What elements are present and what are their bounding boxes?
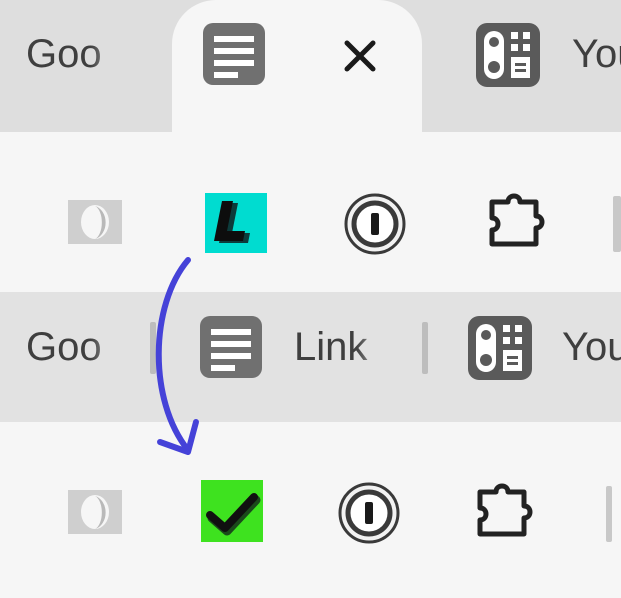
checkmark-button[interactable]	[201, 480, 263, 542]
checkmark-icon	[206, 493, 261, 536]
remote-grid-icon	[468, 316, 532, 380]
close-icon	[344, 40, 376, 72]
tab-label-link[interactable]: Link	[294, 327, 390, 367]
extensions-puzzle-icon[interactable]	[474, 478, 540, 544]
linkclump-L-icon[interactable]	[205, 193, 267, 253]
tab-label-you[interactable]: You	[562, 327, 621, 367]
tab-divider	[422, 322, 428, 374]
remote-grid-icon	[476, 23, 540, 87]
password-manager-icon[interactable]	[338, 482, 400, 544]
toolbar-separator	[613, 196, 621, 252]
letter-l-icon	[214, 201, 250, 243]
extensions-puzzle-icon[interactable]	[486, 188, 552, 254]
close-tab-button[interactable]	[340, 36, 380, 76]
document-icon	[203, 23, 265, 85]
toolbar-separator	[606, 486, 612, 542]
password-manager-icon[interactable]	[344, 193, 406, 255]
tab-label-goo[interactable]: Goo	[26, 34, 126, 74]
tab-label-you[interactable]: You	[572, 34, 621, 74]
capture-icon[interactable]	[68, 488, 122, 536]
capture-icon[interactable]	[68, 198, 122, 246]
tab-label-goo[interactable]: Goo	[26, 327, 126, 367]
transition-arrow-icon	[155, 257, 199, 455]
